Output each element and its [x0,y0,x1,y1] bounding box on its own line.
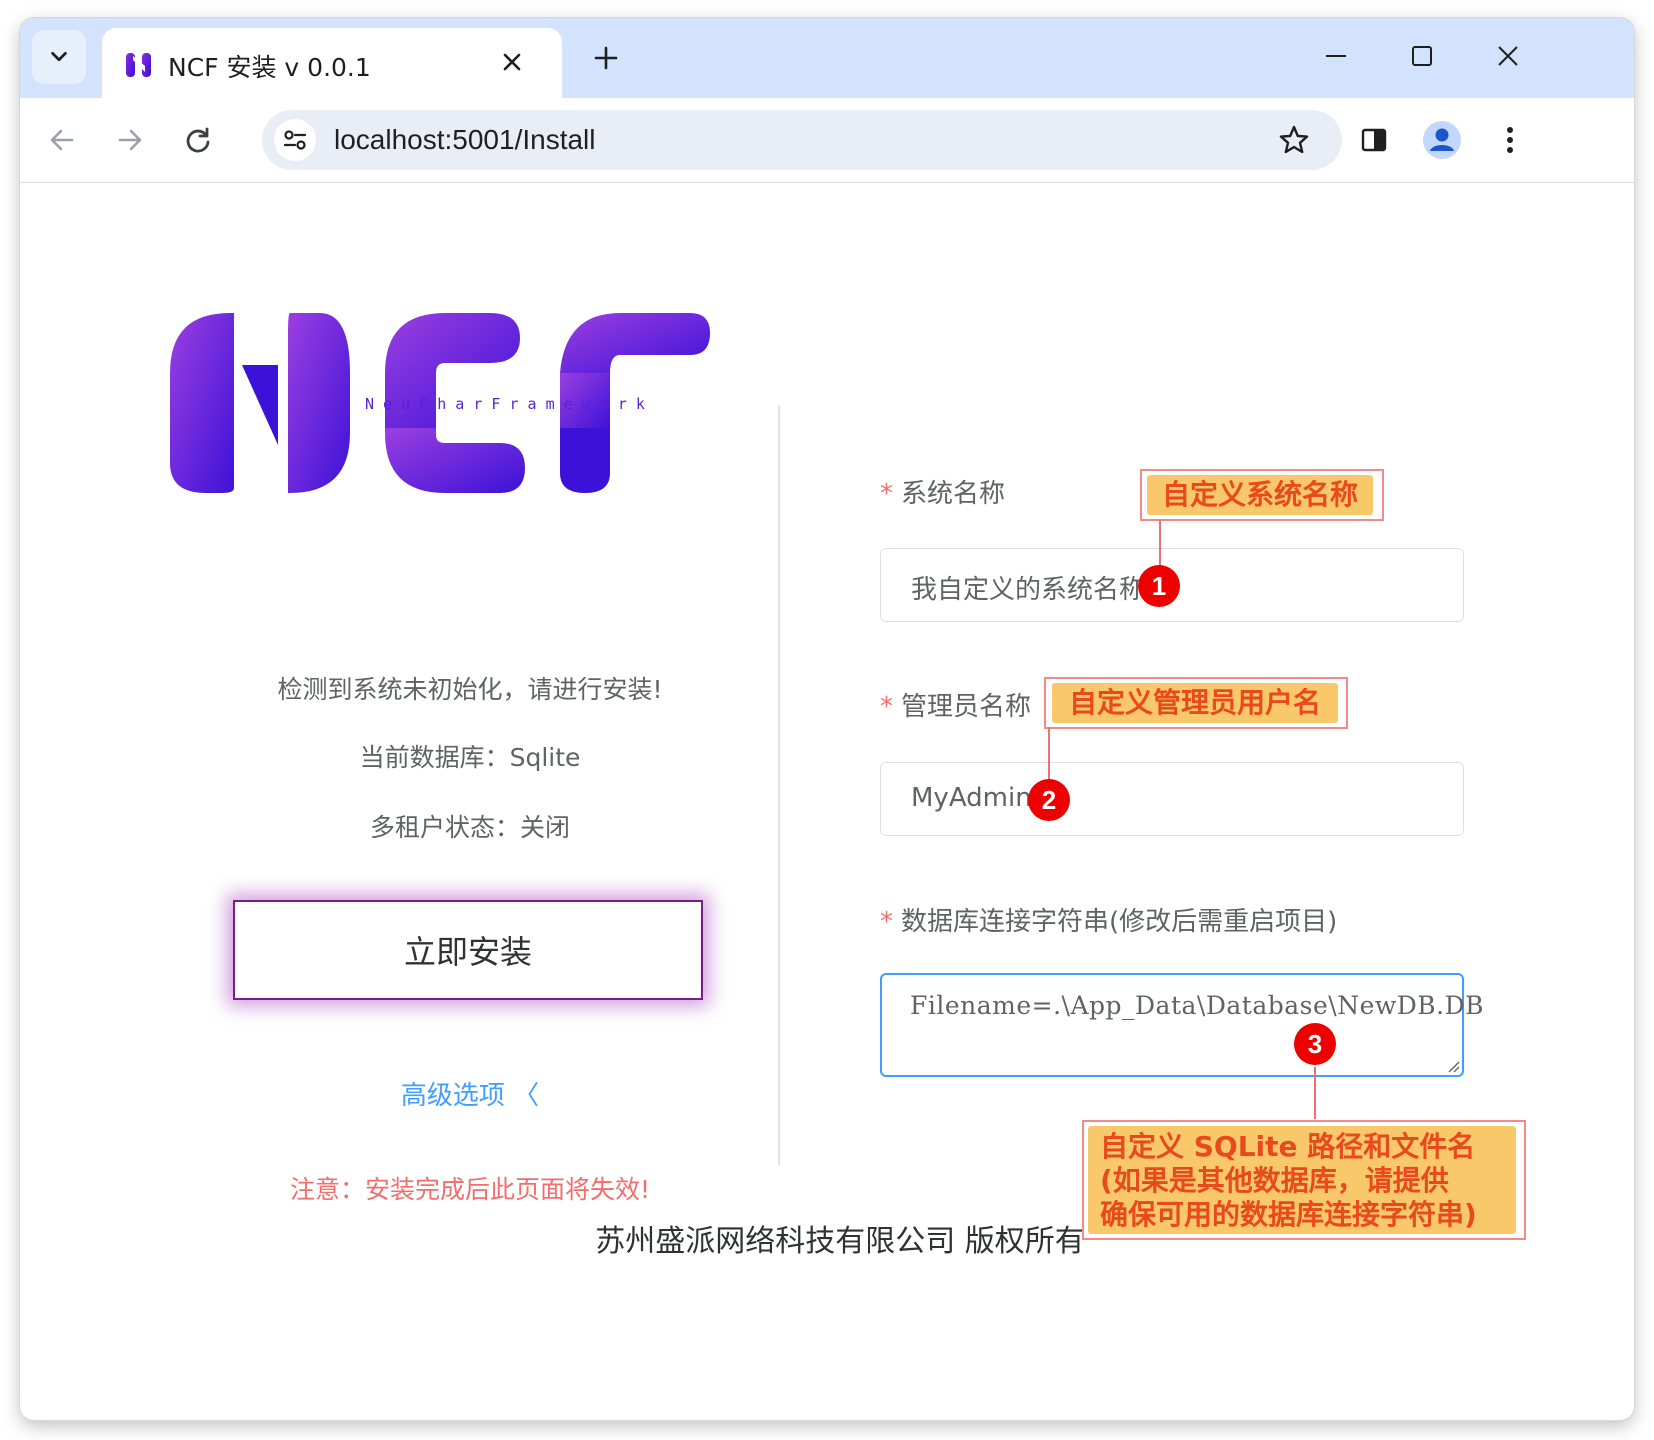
menu-button[interactable] [1488,118,1532,162]
minimize-button[interactable] [1314,36,1358,76]
page-content: N e u C h a r F r a m e w o r k 检测到系统未初始… [20,183,1634,1420]
arrow-left-icon [50,129,74,151]
new-tab-button[interactable] [588,40,624,76]
browser-toolbar: localhost:5001/Install [20,98,1634,183]
connection-string-textarea[interactable]: Filename=.\App_Data\Database\NewDB.DB [880,973,1484,1077]
tab-title: NCF 安装 v 0.0.1 [168,53,371,82]
close-icon [503,53,521,71]
connection-string-label-text: 数据库连接字符串(修改后需重启项目) [901,907,1338,937]
url-text[interactable]: localhost:5001/Install [334,124,596,156]
admin-name-label: * 管理员名称 [880,686,1031,723]
admin-name-label-text: 管理员名称 [901,692,1032,722]
kebab-menu-icon [1507,127,1513,153]
side-panel-icon [1361,128,1387,152]
side-panel-button[interactable] [1352,118,1396,162]
advanced-options-link[interactable]: 高级选项 〈 [370,1075,570,1112]
step-badge-3: 3 [1294,1023,1336,1065]
copyright-text: 苏州盛派网络科技有限公司 版权所有 [595,1224,1085,1259]
forward-button[interactable] [108,118,152,162]
callout-line: 确保可用的数据库连接字符串) [1100,1198,1477,1231]
install-button[interactable]: 立即安装 [233,900,703,1000]
callout-admin-name: 自定义管理员用户名 [1044,677,1348,729]
bookmark-button[interactable] [1274,120,1314,160]
chevron-down-icon [51,51,67,62]
reload-button[interactable] [176,118,220,162]
tune-icon [283,130,307,150]
logo-tagline: N e u C h a r F r a m e w o r k [365,395,645,413]
required-asterisk: * [880,692,893,722]
callout-system-name-text: 自定义系统名称 [1147,475,1373,515]
close-icon [1498,46,1518,66]
callout-admin-name-text: 自定义管理员用户名 [1052,683,1338,723]
callout-line: 自定义 SQLite 路径和文件名 [1100,1130,1476,1163]
back-button[interactable] [40,118,84,162]
address-bar[interactable]: localhost:5001/Install [262,110,1342,170]
system-name-value: 我自定义的系统名称 [911,575,1146,605]
required-asterisk: * [880,907,893,937]
admin-name-value: MyAdmin [911,783,1032,813]
connection-string-value: Filename=.\App_Data\Database\NewDB.DB [910,991,1485,1020]
notice-text: 注意：安装完成后此页面将失效! [289,1175,651,1204]
window-close-button[interactable] [1486,36,1530,76]
tab-close-button[interactable] [494,44,530,80]
reload-icon [186,127,210,153]
callout-line: (如果是其他数据库，请提供 [1100,1164,1449,1197]
tab-strip: NCF 安装 v 0.0.1 [20,18,1634,98]
callout-system-name: 自定义系统名称 [1140,469,1384,521]
site-info-button[interactable] [274,119,316,161]
step-badge-1: 1 [1138,565,1180,607]
arrow-right-icon [118,129,142,151]
ncf-logo: N e u C h a r F r a m e w o r k [170,313,710,493]
resize-grip-icon[interactable] [1446,1059,1460,1073]
step-badge-2: 2 [1028,779,1070,821]
tab-search-button[interactable] [32,30,86,84]
connector-line [1159,519,1161,569]
required-asterisk: * [880,479,893,509]
vertical-divider [778,405,780,1165]
admin-name-input[interactable]: MyAdmin [880,762,1464,836]
tenant-status: 多租户状态：关闭 [369,813,570,842]
ncf-favicon-icon [126,53,151,77]
profile-button[interactable] [1420,118,1464,162]
plus-icon [594,46,618,70]
connection-string-label: * 数据库连接字符串(修改后需重启项目) [880,901,1337,938]
connector-line [1048,727,1050,783]
star-icon [1279,125,1309,154]
active-tab[interactable]: NCF 安装 v 0.0.1 [102,28,562,98]
system-name-label-text: 系统名称 [901,479,1006,509]
maximize-icon [1412,46,1432,66]
minimize-icon [1326,55,1346,57]
status-message: 检测到系统未初始化，请进行安装! [277,675,663,704]
system-name-label: * 系统名称 [880,473,1005,510]
browser-window: NCF 安装 v 0.0.1 localhost:5001/Install N … [20,18,1634,1420]
database-info: 当前数据库：Sqlite [359,743,581,772]
maximize-button[interactable] [1400,36,1444,76]
callout-connection-string: 自定义 SQLite 路径和文件名 (如果是其他数据库，请提供 确保可用的数据库… [1082,1120,1526,1240]
callout-connection-string-text: 自定义 SQLite 路径和文件名 (如果是其他数据库，请提供 确保可用的数据库… [1088,1126,1516,1234]
avatar-icon [1423,121,1461,159]
connector-line [1314,1067,1316,1119]
